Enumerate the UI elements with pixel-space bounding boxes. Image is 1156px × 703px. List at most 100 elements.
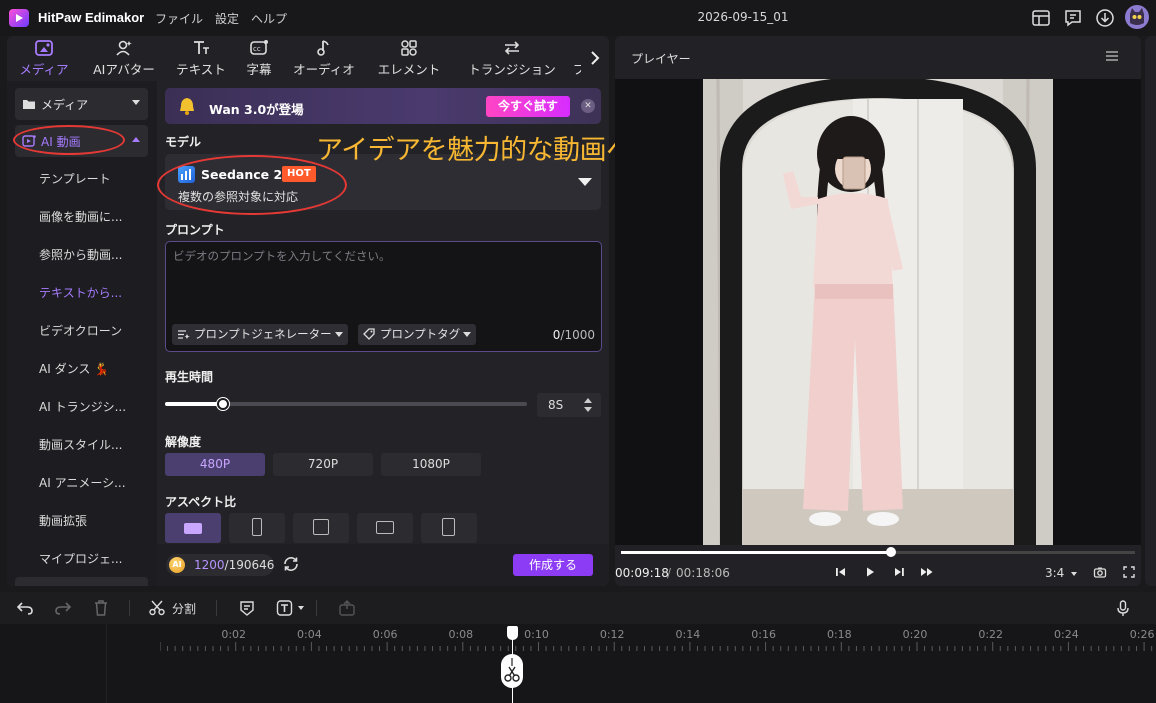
aspect-3-4-button[interactable] [421,513,477,543]
credits-used: 1200 [194,558,225,572]
chevron-up-icon [132,137,140,142]
shield-marker-icon[interactable] [238,599,256,617]
ruler-tick-label: 0:22 [978,628,1004,641]
tab-subtitle[interactable]: cc 字幕 [240,36,278,80]
chevron-down-icon[interactable] [298,606,304,610]
tab-transition-label: トランジション [468,62,556,77]
menu-file[interactable]: ファイル [155,10,203,27]
menu-help[interactable]: ヘルプ [251,10,287,27]
cat-avatar-icon [1125,5,1149,29]
scissors-icon[interactable] [148,599,166,617]
tab-scroll-right-button[interactable] [581,36,609,80]
ruler-tick-label: 0:08 [448,628,474,641]
close-icon[interactable]: ✕ [581,99,595,113]
bell-icon [180,98,194,115]
sidebar-item-ai-animation[interactable]: AI アニメーシ... [39,474,126,491]
sidebar-category-ai-video[interactable]: AI 動画 [15,125,148,157]
char-count: 0/1000 [553,328,595,342]
aspect-ratio-dropdown[interactable]: 3:4 [1045,566,1064,580]
time-separator: / [667,566,672,580]
fast-forward-icon[interactable] [920,565,934,579]
split-button-label[interactable]: 分割 [172,600,196,617]
ai-avatar-icon [116,40,132,56]
sidebar-item-template[interactable]: テンプレート [39,170,111,187]
duration-slider[interactable] [165,398,527,410]
generate-bar: AI 1200/190646 作成する [157,544,609,586]
tab-ai-avatar[interactable]: AIアバター [84,36,164,80]
tab-media[interactable]: メディア [11,36,77,80]
playhead-split-button[interactable] [501,654,523,688]
tab-text-label: テキスト [176,62,226,77]
video-frame-image [703,79,1053,545]
duration-slider-thumb[interactable] [216,398,229,410]
download-icon[interactable] [1094,7,1116,29]
ruler-tick-label: 0:12 [599,628,625,641]
feedback-icon[interactable] [1062,7,1084,29]
sidebar-item-text-to-video[interactable]: テキストから... [39,284,122,301]
prompt-generator-dropdown[interactable]: プロンプトジェネレーター [172,324,348,345]
video-preview[interactable] [615,79,1141,545]
aspect-4-3-button[interactable] [357,513,413,543]
sidebar-category-media[interactable]: メディア [15,88,148,120]
portrait-3-4-icon [442,518,455,536]
prompt-box: プロンプトジェネレーター プロンプトタグ 0/1000 [165,241,602,352]
sidebar-item-ai-transition[interactable]: AI トランジシ... [39,398,126,415]
playhead-handle[interactable] [507,626,518,640]
tab-text[interactable]: テキスト [170,36,232,80]
prompt-input[interactable] [173,248,593,314]
refresh-icon[interactable] [282,555,300,573]
aspect-1-1-button[interactable] [293,513,349,543]
sidebar-item-image-to-video[interactable]: 画像を動画に... [39,208,122,225]
play-icon[interactable] [863,565,877,579]
tab-transition[interactable]: トランジション [459,36,565,80]
timeline[interactable]: 0:02 0:04 0:06 0:08 0:10 0:12 0:14 0:16 0:18 0:20… [0,624,1156,703]
delete-icon[interactable] [92,599,110,617]
resolution-1080p-button[interactable]: 1080P [381,453,481,476]
tab-audio-label: オーディオ [293,62,355,77]
sidebar-item-video-style[interactable]: 動画スタイル... [39,436,122,453]
document-title: 2026-09-15_01 [697,10,789,24]
aspect-9-16-button[interactable] [229,513,285,543]
sidebar-item-my-projects[interactable]: マイプロジェ... [39,550,122,567]
landscape-icon [184,523,202,534]
chevron-down-icon [1071,572,1077,576]
aspect-16-9-button[interactable] [165,513,221,543]
menu-settings[interactable]: 設定 [215,10,239,27]
camera-icon[interactable] [1093,565,1107,579]
create-button[interactable]: 作成する [513,554,593,576]
text-template-icon[interactable] [276,599,294,617]
next-frame-icon[interactable] [892,565,906,579]
app-name: HitPaw Edimakor [38,10,145,25]
ruler-tick-label: 0:18 [826,628,852,641]
export-clip-icon[interactable] [338,599,356,617]
duration-stepper[interactable]: 8S [537,393,601,417]
fullscreen-icon[interactable] [1122,565,1136,579]
ruler-tick-label: 0:24 [1054,628,1079,641]
sidebar-item-video-clone[interactable]: ビデオクローン [39,322,122,339]
microphone-icon[interactable] [1114,599,1132,617]
stepper-down-icon[interactable] [584,407,592,412]
playback-progress-thumb[interactable] [885,547,896,557]
model-description: 複数の参照対象に対応 [178,190,299,204]
resolution-480p-button[interactable]: 480P [165,453,265,476]
sidebar-item-reference-to-video[interactable]: 参照から動画... [39,246,122,263]
stepper-up-icon[interactable] [584,398,592,403]
tab-audio[interactable]: オーディオ [287,36,361,80]
user-avatar[interactable] [1125,5,1149,29]
redo-icon[interactable] [54,599,72,617]
sidebar-item-video-extend[interactable]: 動画拡張 [39,512,87,529]
seedance-model-icon [178,166,195,183]
playback-progress-bar[interactable] [621,547,1135,557]
resolution-720p-button[interactable]: 720P [273,453,373,476]
tab-element[interactable]: エレメント [372,36,446,80]
undo-icon[interactable] [16,599,34,617]
folder-icon [23,100,35,109]
previous-frame-icon[interactable] [834,565,848,579]
sidebar-item-ai-dance[interactable]: AI ダンス 💃 [39,360,109,377]
prompt-tag-dropdown[interactable]: プロンプトタグ [358,324,477,345]
overlay-caption: アイデアを魅力的な動画へ [316,135,633,166]
subtitle-icon: cc [250,40,268,55]
try-now-button[interactable]: 今すぐ試す [486,96,570,117]
layout-icon[interactable] [1030,7,1052,29]
hamburger-menu-icon[interactable] [1105,50,1119,62]
